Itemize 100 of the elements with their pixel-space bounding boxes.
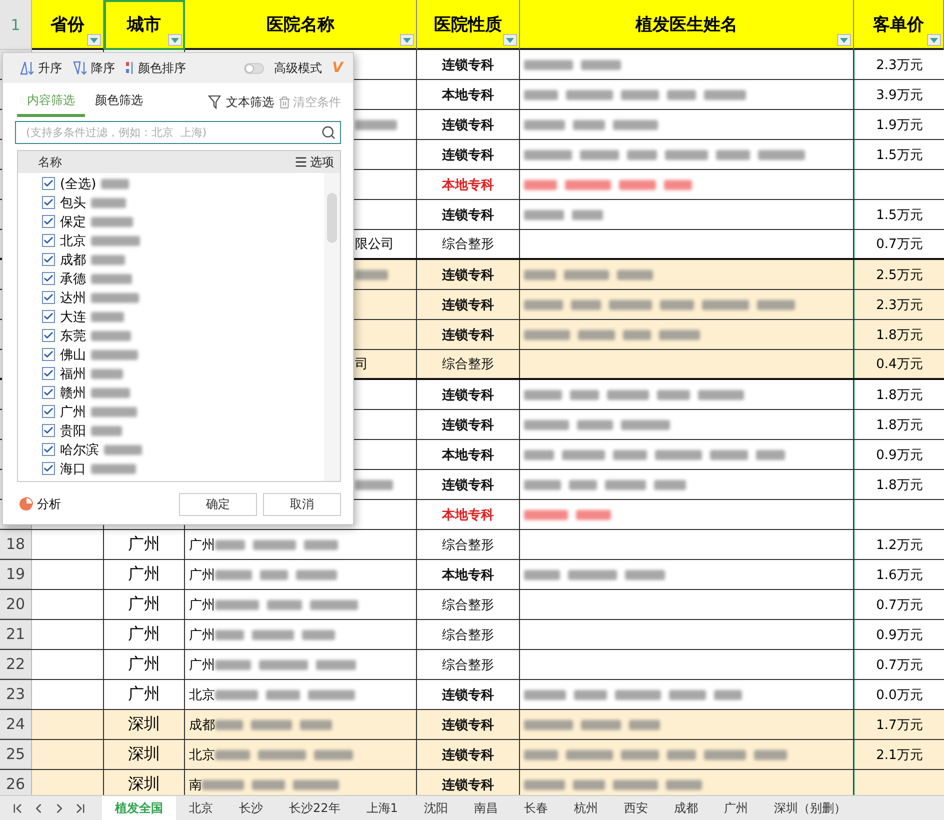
cancel-button[interactable]: 取消 — [263, 492, 341, 516]
checkbox[interactable] — [42, 291, 55, 304]
filter-item[interactable]: 保定 — [60, 212, 86, 230]
analyze-button[interactable]: 分析 — [19, 496, 61, 512]
caret-icon — [171, 38, 179, 42]
column-header[interactable]: 医院名称 — [185, 0, 417, 50]
filter-item[interactable]: 赣州 — [60, 384, 86, 402]
sheet-tab[interactable]: 长沙 — [226, 796, 276, 820]
checkbox[interactable] — [42, 196, 55, 209]
filter-item[interactable]: 海口 — [60, 460, 86, 478]
text-filter-button[interactable]: 文本筛选 — [208, 94, 274, 110]
sort-descending-icon — [72, 60, 88, 76]
table-cell: 深圳 — [128, 774, 160, 795]
table-cell: 广州 — [128, 564, 160, 585]
sort-button[interactable]: 升序 — [19, 60, 62, 76]
row-header: 20 — [6, 595, 26, 613]
checkbox[interactable] — [42, 177, 55, 190]
advanced-mode-toggle[interactable] — [244, 62, 264, 74]
filter-dropdown-button[interactable] — [168, 34, 182, 46]
table-cell: 广州 — [128, 654, 160, 675]
filter-dropdown-button[interactable] — [87, 34, 101, 46]
checkbox[interactable] — [42, 367, 55, 380]
sheet-tab[interactable]: 长沙22年 — [276, 796, 354, 820]
check-icon — [43, 273, 54, 284]
checkbox[interactable] — [42, 272, 55, 285]
column-header[interactable]: 植发医生姓名 — [520, 0, 854, 50]
sort-button[interactable]: 颜色排序 — [125, 60, 186, 76]
filter-item[interactable]: (全选) — [60, 174, 96, 192]
column-header[interactable]: 省份 — [32, 0, 104, 50]
row-header: 1 — [0, 0, 32, 50]
filter-dropdown-button[interactable] — [927, 34, 941, 46]
checkbox[interactable] — [42, 443, 55, 456]
sort-button[interactable]: 降序 — [72, 60, 115, 76]
check-icon — [43, 463, 54, 474]
scrollbar[interactable] — [324, 173, 340, 481]
table-cell-text: 1.7万元 — [876, 716, 923, 734]
sheet-tab[interactable]: 深圳（别删） — [760, 796, 859, 820]
ok-button[interactable]: 确定 — [179, 492, 257, 516]
table-cell-text: 连锁专科 — [442, 716, 494, 734]
table-cell-text: 广州 — [189, 656, 215, 674]
checkbox[interactable] — [42, 234, 55, 247]
table-cell-text: 1.8万元 — [876, 476, 923, 494]
row-header: 23 — [6, 685, 26, 703]
sheet-tab[interactable]: 广州 — [710, 796, 761, 820]
filter-item[interactable]: 包头 — [60, 194, 86, 212]
filter-item[interactable]: 达州 — [60, 288, 86, 306]
sheet-tab[interactable]: 沈阳 — [410, 796, 461, 820]
table-cell: 广州 — [128, 594, 160, 615]
filter-dropdown-button[interactable] — [837, 34, 851, 46]
search-icon[interactable] — [321, 125, 336, 140]
checkbox[interactable] — [42, 329, 55, 342]
table-cell-text: 综合整形 — [442, 626, 494, 644]
sheet-tab[interactable]: 南昌 — [460, 796, 511, 820]
filter-item[interactable]: 北京 — [60, 232, 86, 250]
table-cell-text: 北京 — [189, 686, 215, 704]
search-field[interactable]: (支持多条件过滤，例如：北京 上海) — [15, 121, 341, 144]
filter-item[interactable]: 东莞 — [60, 326, 86, 344]
table-cell-text: 1.5万元 — [876, 206, 923, 224]
table-cell-text: 本地专科 — [442, 86, 494, 104]
options-button[interactable]: 选项 — [294, 154, 334, 170]
filter-item[interactable]: 成都 — [60, 250, 86, 268]
column-header[interactable]: 医院性质 — [417, 0, 520, 50]
sheet-tab[interactable]: 成都 — [660, 796, 711, 820]
sheet-tab[interactable]: 上海1 — [353, 796, 411, 820]
sheet-tab[interactable]: 杭州 — [560, 796, 611, 820]
check-icon — [43, 235, 54, 246]
filter-item[interactable]: 佛山 — [60, 346, 86, 364]
filter-item[interactable]: 承德 — [60, 270, 86, 288]
filter-item[interactable]: 广州 — [60, 402, 86, 420]
table-cell-text: 连锁专科 — [442, 476, 494, 494]
table-cell-text: 2.5万元 — [876, 266, 923, 284]
column-header[interactable]: 客单价 — [854, 0, 944, 50]
column-header[interactable]: 城市 — [104, 0, 185, 50]
sheet-tab[interactable]: 长春 — [510, 796, 561, 820]
checkbox[interactable] — [42, 310, 55, 323]
table-cell-text: 连锁专科 — [442, 326, 494, 344]
checkbox[interactable] — [42, 424, 55, 437]
filter-item[interactable]: 贵阳 — [60, 422, 86, 440]
check-icon — [43, 197, 54, 208]
checkbox[interactable] — [42, 215, 55, 228]
checkbox[interactable] — [42, 386, 55, 399]
checkbox[interactable] — [42, 405, 55, 418]
sheet-tab[interactable]: 北京 — [176, 796, 226, 820]
filter-dropdown-button[interactable] — [400, 34, 414, 46]
filter-item[interactable]: 哈尔滨 — [60, 440, 99, 458]
checkbox[interactable] — [42, 253, 55, 266]
check-icon — [43, 425, 54, 436]
table-cell-text: 0.7万元 — [876, 656, 923, 674]
checkbox[interactable] — [42, 348, 55, 361]
check-icon — [43, 178, 54, 189]
table-cell-text: 2.1万元 — [876, 746, 923, 764]
checkbox[interactable] — [42, 462, 55, 475]
table-cell-text: 综合整形 — [442, 356, 494, 373]
filter-item[interactable]: 大连 — [60, 308, 86, 326]
table-cell-text: 限公司 — [355, 236, 394, 253]
filter-dropdown-button[interactable] — [503, 34, 517, 46]
sheet-tab[interactable]: 西安 — [610, 796, 661, 820]
filter-item[interactable]: 福州 — [60, 364, 86, 382]
table-cell-text: 1.6万元 — [876, 566, 923, 584]
filter-tab[interactable]: 颜色筛选 — [85, 88, 153, 116]
